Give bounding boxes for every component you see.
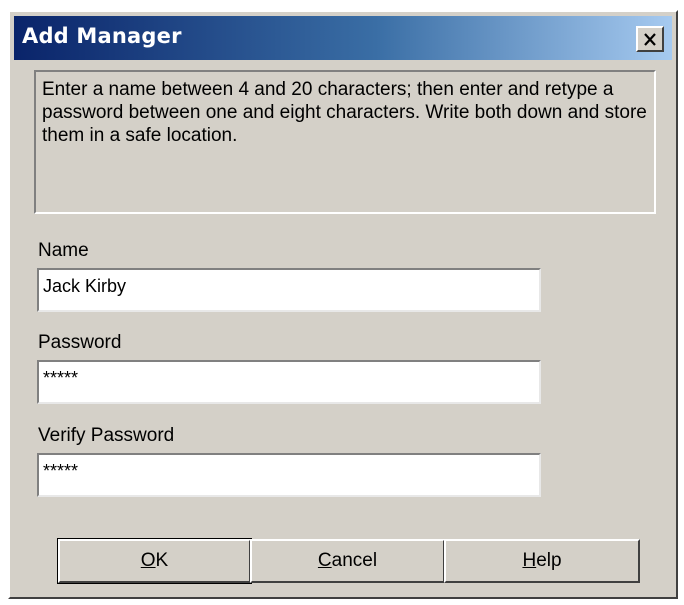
close-icon — [643, 32, 657, 46]
instructions-text: Enter a name between 4 and 20 characters… — [34, 70, 656, 214]
close-button[interactable] — [636, 26, 664, 52]
add-manager-dialog: Add Manager Enter a name between 4 and 2… — [8, 10, 678, 599]
help-button-label-rest: elp — [536, 550, 562, 571]
cancel-button-label-rest: ancel — [331, 550, 378, 571]
window-title: Add Manager — [22, 24, 182, 48]
help-button-mnemonic: H — [522, 550, 537, 571]
password-input[interactable] — [37, 360, 541, 404]
password-label: Password — [38, 332, 122, 353]
cancel-button-mnemonic: C — [317, 550, 332, 571]
name-label: Name — [38, 240, 89, 261]
help-button[interactable]: Help — [444, 539, 640, 583]
title-bar[interactable]: Add Manager — [14, 16, 672, 60]
verify-password-label: Verify Password — [38, 425, 175, 446]
ok-button[interactable]: OK — [57, 538, 252, 584]
ok-button-label-rest: K — [155, 550, 169, 571]
cancel-button[interactable]: Cancel — [250, 539, 445, 583]
verify-password-input[interactable] — [37, 453, 541, 497]
ok-button-mnemonic: O — [140, 550, 156, 571]
name-input[interactable] — [37, 268, 541, 312]
